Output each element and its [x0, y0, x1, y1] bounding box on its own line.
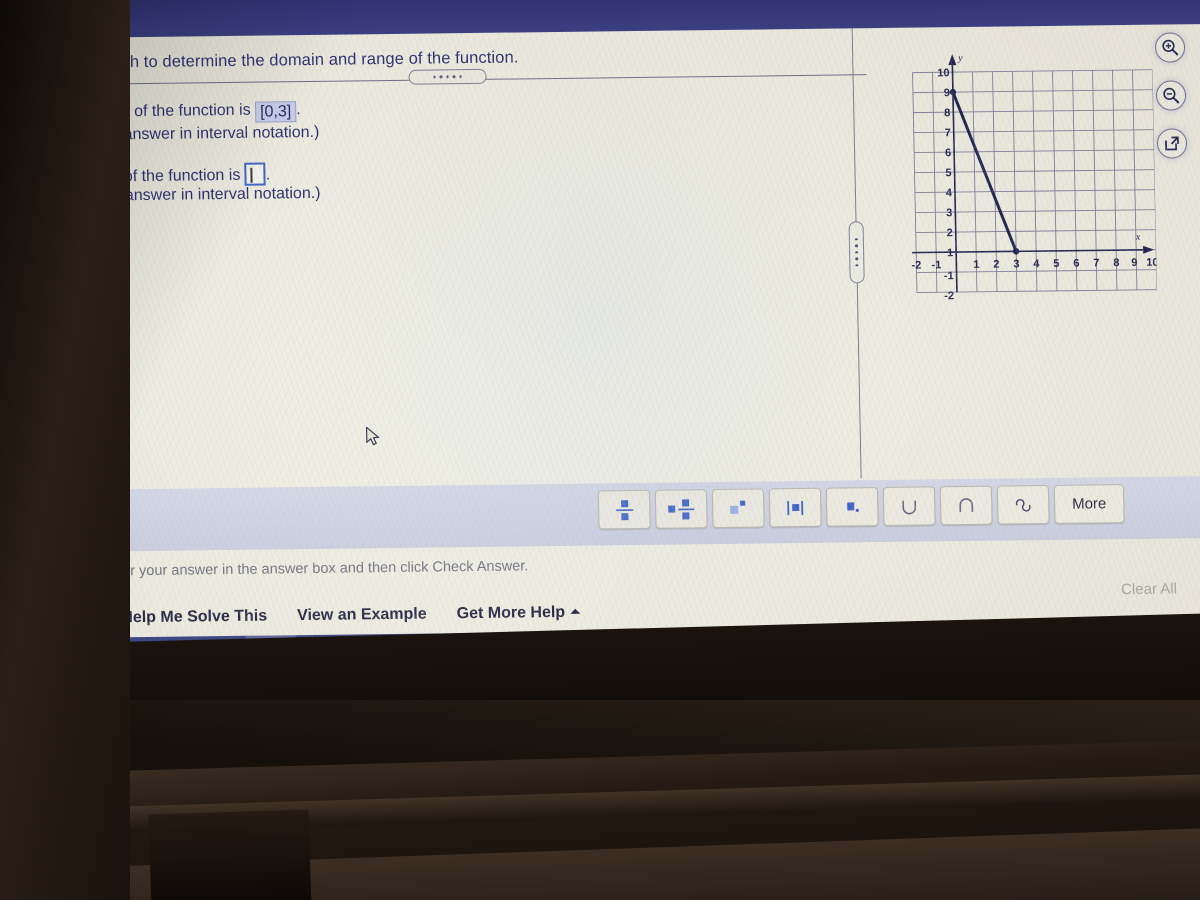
photograph-of-laptop: Use the graph to determine the domain an… — [0, 0, 1200, 900]
answer-hint: Enter your answer in the answer box and … — [100, 558, 529, 580]
y-axis-label: y — [957, 53, 963, 64]
mixed-number-key[interactable] — [654, 489, 708, 529]
laptop-screen: Use the graph to determine the domain an… — [24, 0, 1200, 715]
range-answer-input[interactable] — [244, 162, 267, 186]
clear-all-button[interactable]: Clear All — [1121, 580, 1177, 598]
graph-toolbar — [1150, 32, 1193, 159]
caret-up-icon — [570, 608, 581, 614]
y-axis-arrow — [948, 54, 957, 66]
svg-text:-2: -2 — [911, 260, 921, 272]
range-period: . — [265, 166, 271, 184]
domain-answer-field[interactable]: [0,3] — [254, 101, 297, 123]
zoom-out-icon[interactable] — [1155, 80, 1187, 111]
svg-text:9: 9 — [1131, 257, 1137, 269]
svg-text:10: 10 — [1146, 257, 1157, 269]
exponent-key[interactable] — [711, 488, 765, 529]
horizontal-drag-handle[interactable] — [408, 68, 487, 85]
math-palette: More — [597, 484, 1125, 530]
svg-text:9: 9 — [944, 87, 950, 99]
view-an-example-button[interactable]: View an Example — [297, 606, 427, 626]
svg-text:-1: -1 — [931, 259, 941, 271]
svg-text:8: 8 — [1113, 257, 1119, 269]
svg-text:6: 6 — [945, 147, 951, 159]
x-axis-arrow — [1143, 245, 1155, 254]
mouse-cursor — [365, 426, 383, 453]
x-axis-label: x — [1135, 232, 1141, 243]
svg-text:1: 1 — [973, 259, 979, 271]
svg-text:1: 1 — [947, 247, 953, 259]
svg-text:4: 4 — [946, 187, 953, 199]
svg-text:6: 6 — [1073, 258, 1079, 270]
open-in-new-window-icon[interactable] — [1156, 128, 1188, 159]
ambient-left-edge — [0, 0, 130, 900]
svg-text:7: 7 — [945, 127, 951, 139]
svg-text:10: 10 — [937, 67, 949, 79]
svg-text:5: 5 — [1053, 258, 1059, 270]
svg-text:4: 4 — [1033, 258, 1040, 270]
svg-text:2: 2 — [993, 259, 999, 271]
absolute-value-key[interactable] — [768, 487, 822, 528]
domain-period: . — [296, 101, 301, 119]
more-key[interactable]: More — [1053, 484, 1125, 524]
get-more-help-label: Get More Help — [456, 603, 566, 623]
help-links: Help Me Solve This View an Example Get M… — [121, 603, 581, 628]
svg-text:3: 3 — [946, 207, 952, 219]
help-me-solve-this-button[interactable]: Help Me Solve This — [121, 608, 267, 628]
graph-svg: y x 10 9 8 7 6 5 4 3 2 1 -1 -2 -2 -1 1 2… — [911, 53, 1157, 302]
mathxl-exercise-page: Use the graph to determine the domain an… — [25, 24, 1200, 675]
svg-text:3: 3 — [1013, 258, 1019, 270]
svg-text:2: 2 — [947, 227, 953, 239]
infinity-key[interactable] — [996, 484, 1050, 525]
function-graph: y x 10 9 8 7 6 5 4 3 2 1 -1 -2 -2 -1 1 2… — [882, 25, 1157, 318]
union-key[interactable] — [882, 486, 936, 526]
laptop-hinge — [148, 809, 312, 900]
get-more-help-button[interactable]: Get More Help — [456, 603, 581, 624]
svg-text:8: 8 — [944, 107, 950, 119]
zoom-in-icon[interactable] — [1154, 32, 1186, 63]
svg-text:-2: -2 — [944, 290, 954, 302]
fraction-key[interactable] — [597, 489, 651, 530]
repeating-decimal-key[interactable] — [825, 487, 879, 527]
vertical-drag-handle[interactable] — [848, 221, 865, 284]
intersection-key[interactable] — [939, 485, 993, 526]
svg-text:5: 5 — [945, 167, 951, 179]
svg-text:-1: -1 — [944, 270, 954, 282]
svg-text:7: 7 — [1093, 257, 1099, 269]
